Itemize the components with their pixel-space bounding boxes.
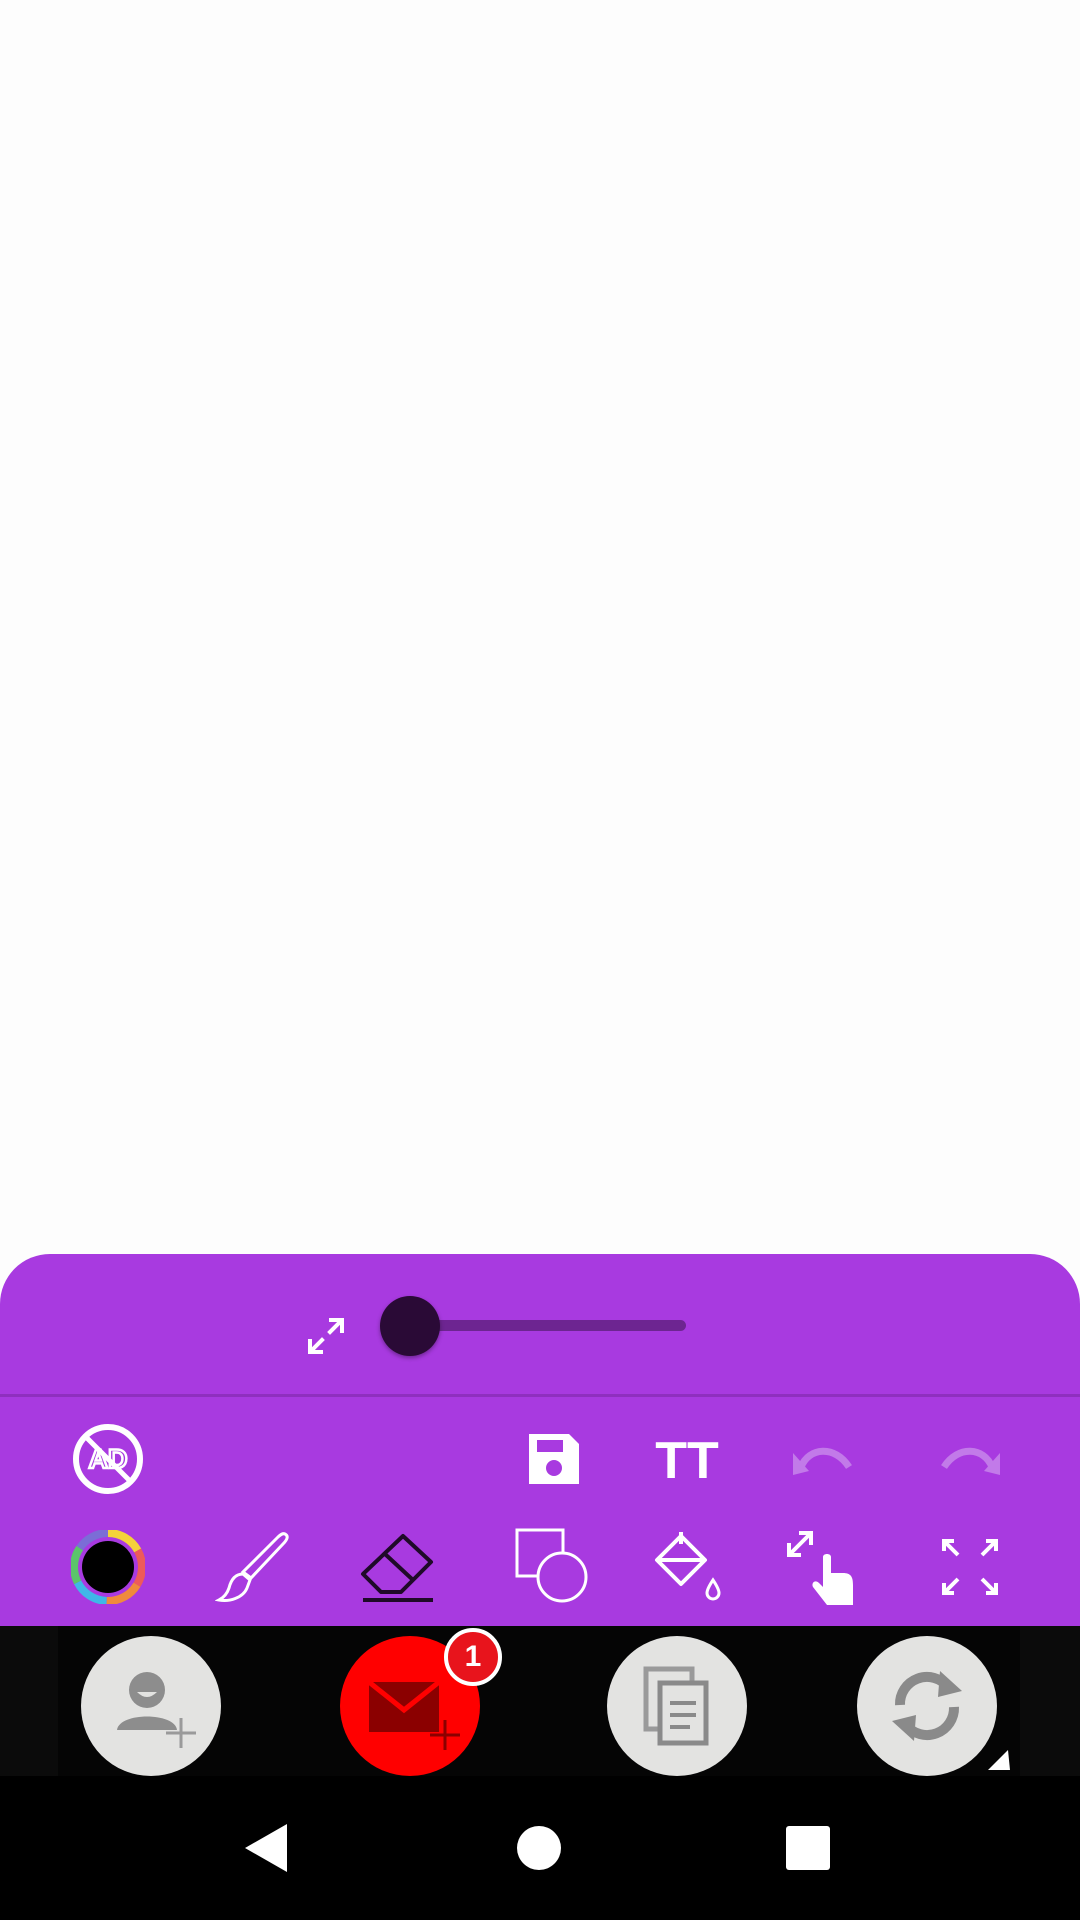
color-picker-icon xyxy=(71,1530,145,1604)
home-icon xyxy=(517,1826,561,1870)
recents-button[interactable] xyxy=(758,1798,858,1898)
ad-bar: 1 xyxy=(0,1626,1080,1776)
expand-icon xyxy=(300,1310,352,1362)
brush-icon xyxy=(215,1532,289,1602)
copy-document-icon xyxy=(643,1666,709,1746)
save-icon xyxy=(529,1434,579,1484)
redo-button[interactable] xyxy=(925,1414,1015,1504)
recents-icon xyxy=(786,1826,830,1870)
no-ads-icon: AD xyxy=(73,1424,143,1494)
add-contact-icon xyxy=(117,1672,196,1748)
brush-size-row xyxy=(0,1254,1080,1394)
shapes-button[interactable] xyxy=(509,1522,599,1612)
undo-button[interactable] xyxy=(778,1414,868,1504)
refresh-icon xyxy=(892,1671,962,1741)
pan-zoom-icon xyxy=(787,1531,853,1605)
redo-icon xyxy=(941,1447,1000,1475)
brush-size-slider-thumb[interactable] xyxy=(380,1296,440,1356)
add-contact-button[interactable] xyxy=(81,1636,221,1776)
fill-bucket-icon xyxy=(655,1532,721,1601)
undo-icon xyxy=(793,1447,852,1475)
text-size-icon: TT xyxy=(655,1434,719,1484)
tool-panel: AD TT xyxy=(0,1254,1080,1626)
pan-zoom-button[interactable] xyxy=(778,1522,868,1612)
copy-document-button[interactable] xyxy=(607,1636,747,1776)
remove-ads-button[interactable]: AD xyxy=(63,1414,153,1504)
fill-button[interactable] xyxy=(642,1522,732,1612)
fullscreen-button[interactable] xyxy=(925,1522,1015,1612)
divider xyxy=(0,1394,1080,1397)
text-button[interactable]: TT xyxy=(642,1414,732,1504)
svg-text:TT: TT xyxy=(655,1434,719,1484)
ad-choices-icon[interactable] xyxy=(984,1744,1014,1774)
eraser-icon xyxy=(361,1534,433,1602)
system-navigation-bar xyxy=(0,1776,1080,1920)
refresh-button[interactable] xyxy=(857,1636,997,1776)
eraser-button[interactable] xyxy=(352,1522,442,1612)
home-button[interactable] xyxy=(489,1798,589,1898)
brush-size-slider[interactable] xyxy=(410,1320,686,1331)
notification-badge: 1 xyxy=(444,1628,502,1686)
fullscreen-icon xyxy=(942,1539,998,1595)
drawing-canvas[interactable] xyxy=(0,0,1080,1255)
back-icon xyxy=(245,1824,287,1872)
back-button[interactable] xyxy=(216,1798,316,1898)
shapes-icon xyxy=(515,1528,588,1603)
brush-button[interactable] xyxy=(210,1522,300,1612)
color-picker-button[interactable] xyxy=(63,1522,153,1612)
save-button[interactable] xyxy=(509,1414,599,1504)
